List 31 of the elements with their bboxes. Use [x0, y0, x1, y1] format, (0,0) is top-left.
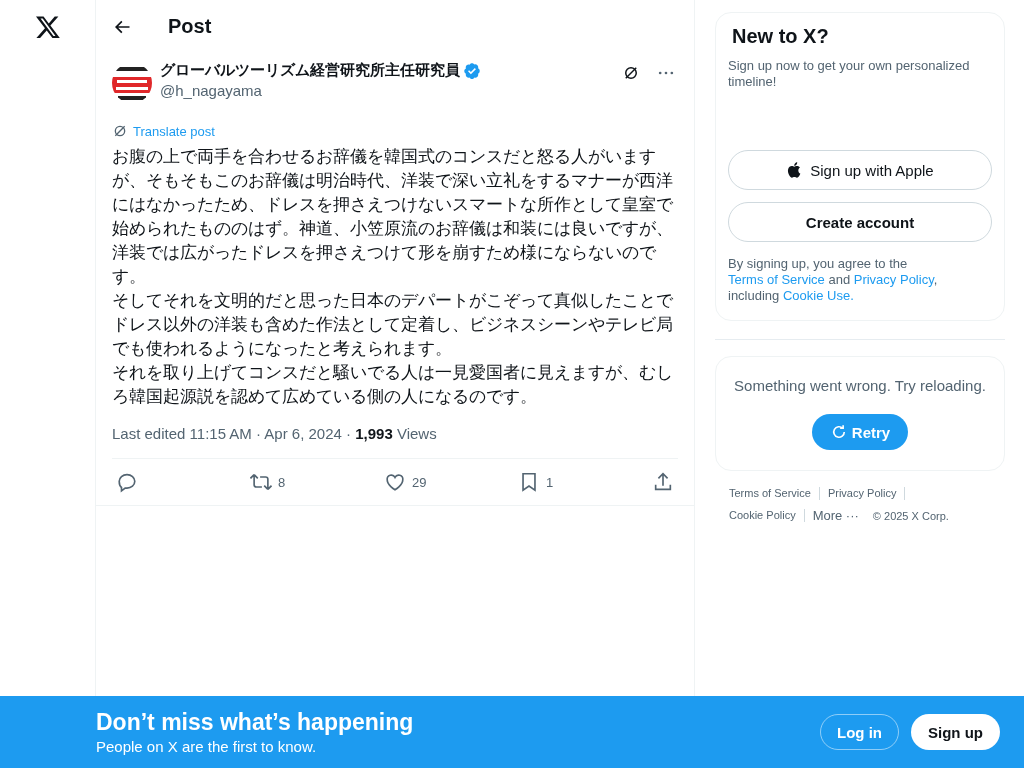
- footer-link[interactable]: Terms of Service: [729, 487, 820, 500]
- author-handle[interactable]: @h_nagayama: [160, 82, 622, 99]
- post-meta: Last edited 11:15 AM · Apr 6, 2024 · 1,993 Views: [112, 425, 678, 459]
- post-text: そしてそれを文明的だと思った日本のデパートがこぞって真似したことでドレス以外の洋装も含めた作法として定着し、ビジネスシーンやテレビ局でも使われるようになったと考えられます。: [112, 290, 674, 360]
- signup-legal-text: By signing up, you agree to the Terms of Service and Privacy Policy, including Cookie Use.: [728, 256, 939, 304]
- card-subtitle: Sign up now to get your own personalized timeline!: [728, 58, 971, 90]
- author-name[interactable]: グローバルツーリズム経営研究所主任研究員: [160, 61, 460, 80]
- copyright-text: © 2025 X Corp.: [872, 509, 949, 522]
- apple-signup-button[interactable]: Sign up with Apple: [728, 150, 992, 190]
- footer-link[interactable]: Cookie Policy: [729, 509, 805, 522]
- grok-icon[interactable]: [622, 64, 640, 82]
- action-count: 8: [278, 474, 286, 490]
- banner-title: Don’t miss what’s happening: [96, 709, 415, 736]
- error-message: Something went wrong. Try reloading.: [734, 377, 986, 394]
- card-title: New to X?: [732, 25, 830, 48]
- page-title: Post: [168, 15, 212, 38]
- action-count: 29: [412, 474, 427, 490]
- banner-subtitle: People on X are the first to know.: [96, 738, 318, 755]
- create-account-button[interactable]: Create account: [728, 202, 992, 242]
- post-text: お腹の上で両手を合わせるお辞儀を韓国式のコンスだと怒る人がいますが、そもそもこのお辞儀は明治時代、洋装で深い立礼をするマナーが西洋にはなかったため、ドレスを押さえつけないスマートな所作として皇室で始められたもののはず。神道、小笠原流のお辞儀は和装には良いですが、洋装では広がったドレスを押さえつけて形を崩すため様にならないのです。: [112, 146, 674, 288]
- footer-link[interactable]: Privacy Policy: [827, 487, 906, 500]
- translate-icon: [112, 123, 128, 139]
- repost-icon[interactable]: [250, 471, 272, 493]
- action-count: 1: [546, 474, 554, 490]
- more-link[interactable]: More ···: [812, 508, 859, 523]
- x-logo-icon[interactable]: [33, 14, 62, 40]
- post-text: それを取り上げてコンスだと騒いでる人は一見愛国者に見えますが、むしろ韓国起源説を認めて広めている側の人になるのです。: [112, 362, 674, 408]
- like-icon[interactable]: [384, 471, 406, 493]
- signup-button[interactable]: Sign up: [911, 714, 1000, 750]
- share-icon[interactable]: [652, 471, 674, 493]
- reply-icon[interactable]: [116, 471, 138, 493]
